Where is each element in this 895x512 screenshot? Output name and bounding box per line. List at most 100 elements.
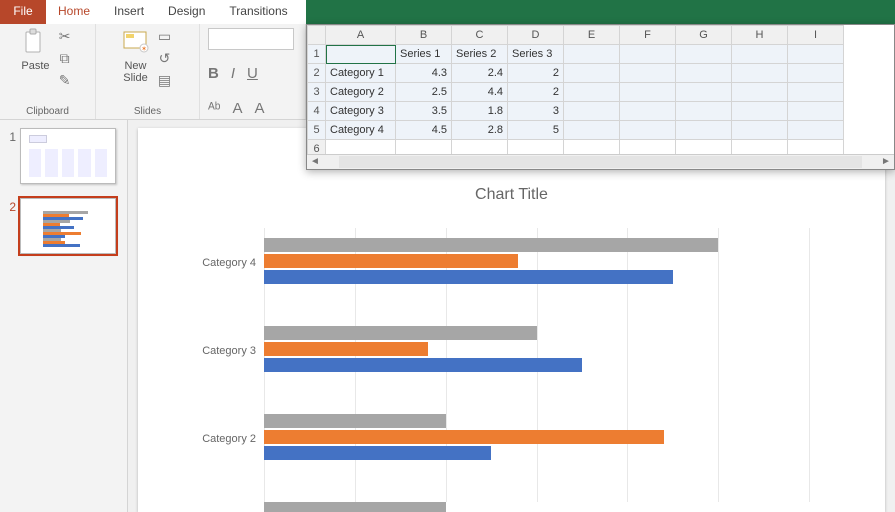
cell-G1[interactable] bbox=[676, 45, 732, 64]
cell-F3[interactable] bbox=[620, 83, 676, 102]
cell-G5[interactable] bbox=[676, 121, 732, 140]
clear-format-icon[interactable]: A bbox=[254, 100, 264, 117]
cell-H6[interactable] bbox=[732, 140, 788, 154]
row-2[interactable]: 2 bbox=[308, 64, 326, 83]
col-D[interactable]: D bbox=[508, 26, 564, 45]
cell-D1[interactable]: Series 3 bbox=[508, 45, 564, 64]
cell-D4[interactable]: 3 bbox=[508, 102, 564, 121]
italic-button[interactable]: I bbox=[231, 65, 235, 82]
corner-cell[interactable] bbox=[308, 26, 326, 45]
cut-icon[interactable]: ✂ bbox=[56, 28, 74, 44]
cell-H5[interactable] bbox=[732, 121, 788, 140]
cell-I1[interactable] bbox=[788, 45, 844, 64]
col-F[interactable]: F bbox=[620, 26, 676, 45]
bar-series-3[interactable] bbox=[264, 414, 446, 428]
cell-E2[interactable] bbox=[564, 64, 620, 83]
text-effects-icon[interactable]: ᴬᵇ bbox=[208, 100, 220, 117]
scroll-track[interactable] bbox=[339, 156, 862, 168]
col-H[interactable]: H bbox=[732, 26, 788, 45]
cell-C1[interactable]: Series 2 bbox=[452, 45, 508, 64]
cell-D5[interactable]: 5 bbox=[508, 121, 564, 140]
underline-button[interactable]: U bbox=[247, 65, 258, 82]
cell-A1[interactable] bbox=[326, 45, 396, 64]
cell-I5[interactable] bbox=[788, 121, 844, 140]
bar-series-1[interactable] bbox=[264, 446, 491, 460]
tab-insert[interactable]: Insert bbox=[102, 0, 156, 24]
cell-F5[interactable] bbox=[620, 121, 676, 140]
col-A[interactable]: A bbox=[326, 26, 396, 45]
format-painter-icon[interactable]: ✎ bbox=[56, 72, 74, 88]
cell-H4[interactable] bbox=[732, 102, 788, 121]
cell-H2[interactable] bbox=[732, 64, 788, 83]
tab-file[interactable]: File bbox=[0, 0, 46, 24]
slide-canvas[interactable]: Chart Title Category 1Category 2Category… bbox=[138, 128, 885, 512]
cell-I4[interactable] bbox=[788, 102, 844, 121]
cell-B4[interactable]: 3.5 bbox=[396, 102, 452, 121]
cell-D3[interactable]: 2 bbox=[508, 83, 564, 102]
bar-series-2[interactable] bbox=[264, 254, 518, 268]
col-B[interactable]: B bbox=[396, 26, 452, 45]
cell-I6[interactable] bbox=[788, 140, 844, 154]
cell-F1[interactable] bbox=[620, 45, 676, 64]
cell-E3[interactable] bbox=[564, 83, 620, 102]
tab-design[interactable]: Design bbox=[156, 0, 217, 24]
cell-D6[interactable] bbox=[508, 140, 564, 154]
col-C[interactable]: C bbox=[452, 26, 508, 45]
cell-A5[interactable]: Category 4 bbox=[326, 121, 396, 140]
copy-icon[interactable]: ⧉ bbox=[56, 50, 74, 66]
bar-series-1[interactable] bbox=[264, 358, 582, 372]
tab-home[interactable]: Home bbox=[46, 0, 102, 24]
paste-button[interactable]: Paste bbox=[21, 28, 49, 72]
excel-data-panel[interactable]: A B C D E F G H I 1 Series 1 Series 2 Se… bbox=[306, 24, 895, 170]
bold-button[interactable]: B bbox=[208, 65, 219, 82]
cell-I3[interactable] bbox=[788, 83, 844, 102]
cell-G3[interactable] bbox=[676, 83, 732, 102]
cell-B5[interactable]: 4.5 bbox=[396, 121, 452, 140]
cell-B1[interactable]: Series 1 bbox=[396, 45, 452, 64]
chart[interactable]: Category 1Category 2Category 3Category 4 bbox=[174, 208, 849, 512]
cell-C4[interactable]: 1.8 bbox=[452, 102, 508, 121]
cell-A2[interactable]: Category 1 bbox=[326, 64, 396, 83]
cell-H3[interactable] bbox=[732, 83, 788, 102]
section-icon[interactable]: ▤ bbox=[156, 72, 174, 88]
font-color-button[interactable]: A bbox=[232, 100, 242, 117]
cell-E5[interactable] bbox=[564, 121, 620, 140]
scroll-right-icon[interactable]: ► bbox=[878, 156, 894, 167]
new-slide-button[interactable]: ✶ New Slide bbox=[122, 28, 150, 84]
cell-F6[interactable] bbox=[620, 140, 676, 154]
cell-G2[interactable] bbox=[676, 64, 732, 83]
cell-E1[interactable] bbox=[564, 45, 620, 64]
row-5[interactable]: 5 bbox=[308, 121, 326, 140]
reset-icon[interactable]: ↺ bbox=[156, 50, 174, 66]
cell-A4[interactable]: Category 3 bbox=[326, 102, 396, 121]
bar-series-3[interactable] bbox=[264, 502, 446, 512]
cell-G4[interactable] bbox=[676, 102, 732, 121]
slide-thumb-1[interactable]: 1 bbox=[6, 128, 121, 184]
row-6[interactable]: 6 bbox=[308, 140, 326, 154]
cell-B3[interactable]: 2.5 bbox=[396, 83, 452, 102]
data-grid[interactable]: A B C D E F G H I 1 Series 1 Series 2 Se… bbox=[307, 25, 844, 154]
cell-C2[interactable]: 2.4 bbox=[452, 64, 508, 83]
col-I[interactable]: I bbox=[788, 26, 844, 45]
cell-E6[interactable] bbox=[564, 140, 620, 154]
bar-series-3[interactable] bbox=[264, 326, 537, 340]
col-E[interactable]: E bbox=[564, 26, 620, 45]
cell-B2[interactable]: 4.3 bbox=[396, 64, 452, 83]
cell-B6[interactable] bbox=[396, 140, 452, 154]
excel-scrollbar[interactable]: ◄ ► bbox=[307, 154, 894, 169]
tab-transitions[interactable]: Transitions bbox=[217, 0, 299, 24]
cell-D2[interactable]: 2 bbox=[508, 64, 564, 83]
scroll-left-icon[interactable]: ◄ bbox=[307, 156, 323, 167]
col-G[interactable]: G bbox=[676, 26, 732, 45]
row-1[interactable]: 1 bbox=[308, 45, 326, 64]
bar-series-2[interactable] bbox=[264, 342, 428, 356]
cell-A6[interactable] bbox=[326, 140, 396, 154]
cell-F2[interactable] bbox=[620, 64, 676, 83]
layout-icon[interactable]: ▭ bbox=[156, 28, 174, 44]
cell-F4[interactable] bbox=[620, 102, 676, 121]
bar-series-3[interactable] bbox=[264, 238, 718, 252]
bar-series-2[interactable] bbox=[264, 430, 664, 444]
slide-thumb-2[interactable]: 2 bbox=[6, 198, 121, 254]
cell-I2[interactable] bbox=[788, 64, 844, 83]
font-selector[interactable] bbox=[208, 28, 294, 50]
